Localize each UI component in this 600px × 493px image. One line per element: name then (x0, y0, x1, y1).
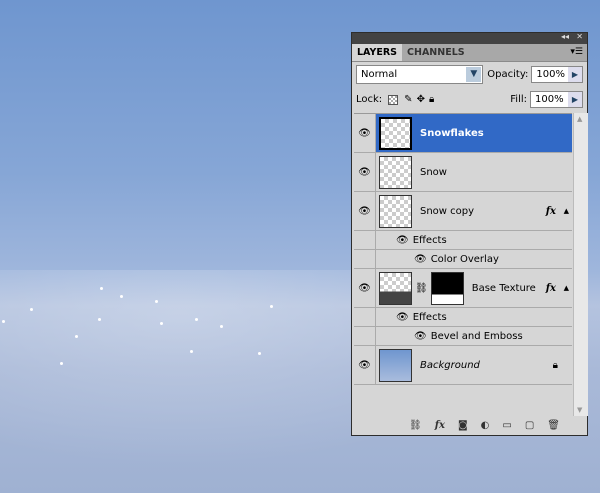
adjustment-layer-icon[interactable]: ◐ (481, 420, 490, 431)
lock-transparency-icon[interactable] (388, 94, 399, 105)
eye-icon[interactable]: 👁︎ (354, 114, 376, 152)
fill-label: Fill: (510, 94, 527, 105)
eye-icon[interactable]: 👁︎ (414, 254, 427, 265)
effects-label: Effects (412, 234, 447, 246)
layer-snowflakes[interactable]: 👁︎ Snowflakes (354, 114, 572, 153)
effect-bevel-emboss[interactable]: 👁︎ Bevel and Emboss (354, 327, 572, 346)
layer-background[interactable]: 👁︎ Background 🔒︎ (354, 346, 572, 385)
layer-name: Snow (420, 166, 447, 178)
eye-icon[interactable]: 👁︎ (396, 235, 409, 246)
layer-name: Base Texture (471, 282, 536, 294)
opacity-input[interactable]: 100% ▶ (531, 66, 583, 83)
layers-list: 👁︎ Snowflakes 👁︎ Snow 👁︎ Snow copy fx ▲ 👁︎ Eff… (354, 113, 572, 416)
close-icon[interactable]: ✕ (576, 32, 583, 41)
lock-brush-icon[interactable]: ✎ (404, 94, 412, 105)
collapse-effects-icon[interactable]: ▲ (564, 284, 569, 292)
lock-icon: 🔒︎ (552, 359, 558, 371)
fx-icon: fx (545, 282, 556, 294)
add-mask-icon[interactable]: ◙ (458, 420, 468, 431)
effects-row[interactable]: 👁︎ Effects (354, 231, 572, 250)
layer-name: Snowflakes (420, 127, 484, 139)
effects-label: Effects (412, 311, 447, 323)
lock-label: Lock: (356, 94, 383, 105)
tab-channels[interactable]: CHANNELS (402, 44, 470, 61)
effects-row[interactable]: 👁︎ Effects (354, 308, 572, 327)
layer-name: Snow copy (420, 205, 475, 217)
effect-label: Bevel and Emboss (430, 330, 523, 342)
eye-icon[interactable]: 👁︎ (354, 153, 376, 191)
layers-toolbar: ⛓ fx ◙ ◐ ▭ ▢ 🗑︎ (352, 415, 587, 435)
effect-label: Color Overlay (430, 253, 499, 265)
lock-move-icon[interactable]: ✥ (417, 94, 425, 105)
eye-icon[interactable]: 👁︎ (354, 192, 376, 230)
collapse-icon[interactable]: ◂◂ (561, 32, 569, 41)
fill-value: 100% (535, 94, 564, 105)
tab-layers[interactable]: LAYERS (352, 44, 403, 61)
layer-name: Background (420, 359, 480, 371)
link-icon[interactable]: ⛓ (415, 283, 428, 294)
layer-mask-thumbnail[interactable] (430, 271, 464, 305)
eye-icon[interactable]: 👁︎ (414, 331, 427, 342)
fx-icon[interactable]: fx (435, 420, 445, 431)
opacity-label: Opacity: (487, 69, 529, 80)
blend-mode-value: Normal (361, 69, 398, 80)
opacity-value: 100% (536, 69, 565, 80)
fill-input[interactable]: 100% ▶ (530, 91, 583, 108)
scrollbar[interactable]: ▲ ▼ (573, 113, 588, 416)
eye-icon[interactable]: 👁︎ (396, 312, 409, 323)
link-layers-icon[interactable]: ⛓ (409, 420, 422, 431)
trash-icon[interactable]: 🗑︎ (547, 420, 560, 431)
chevron-down-icon: ▼ (466, 67, 482, 82)
new-layer-icon[interactable]: ▢ (525, 420, 534, 431)
blend-mode-select[interactable]: Normal ▼ (356, 65, 484, 84)
layers-panel: ◂◂ ✕ LAYERS CHANNELS ▾☰ Normal ▼ Opacity: … (351, 32, 588, 436)
effect-color-overlay[interactable]: 👁︎ Color Overlay (354, 250, 572, 269)
opacity-arrow-icon[interactable]: ▶ (568, 67, 582, 82)
eye-icon[interactable]: 👁︎ (354, 346, 376, 384)
eye-icon[interactable]: 👁︎ (354, 269, 376, 307)
collapse-effects-icon[interactable]: ▲ (564, 207, 569, 215)
layer-base-texture[interactable]: 👁︎ ⛓ Base Texture fx ▲ (354, 269, 572, 308)
lock-all-icon[interactable]: 🔒︎ (429, 94, 434, 105)
fill-arrow-icon[interactable]: ▶ (568, 92, 582, 107)
new-group-icon[interactable]: ▭ (502, 420, 511, 431)
layer-snow[interactable]: 👁︎ Snow (354, 153, 572, 192)
panel-menu-icon[interactable]: ▾☰ (570, 47, 583, 57)
layer-snow-copy[interactable]: 👁︎ Snow copy fx ▲ (354, 192, 572, 231)
fx-icon: fx (545, 205, 556, 217)
